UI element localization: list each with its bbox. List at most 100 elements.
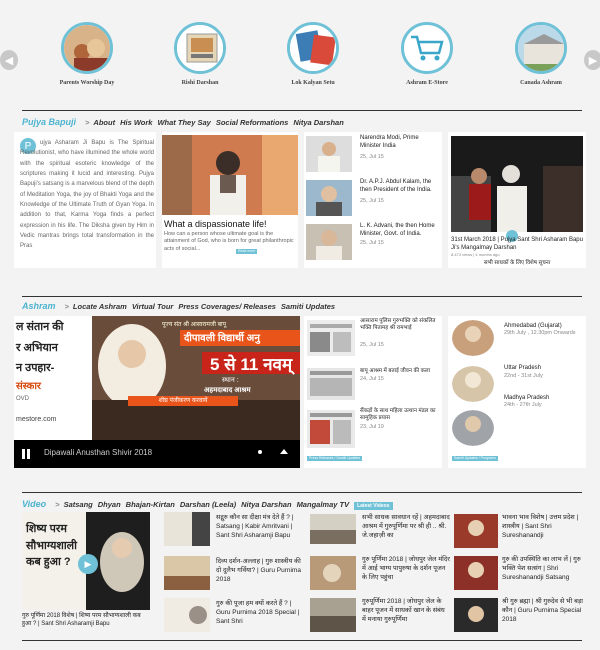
press-thumb[interactable] [307, 410, 355, 448]
press-card: आसाराम पुलिस गुरुभक्ति को संकलित भक्ति प… [304, 316, 442, 468]
video-thumbnail[interactable] [451, 136, 583, 232]
event-place[interactable]: Ahmedabad (Gujarat) [504, 322, 584, 330]
say-date: 25, Jul 15 [360, 198, 384, 204]
nav-virtual-tour[interactable]: Virtual Tour [132, 302, 174, 311]
event-thumb[interactable] [452, 320, 494, 356]
press-thumb[interactable] [307, 320, 355, 356]
say-date: 25, Jul 15 [360, 154, 384, 160]
nav-nitya-darshan[interactable]: Nitya Darshan [293, 118, 343, 127]
nav-dhyan[interactable]: Dhyan [98, 500, 121, 509]
say-thumb[interactable] [306, 224, 352, 260]
press-title[interactable]: आसाराम पुलिस गुरुभक्ति को संकलित भक्ति प… [360, 318, 440, 333]
category-parents-worship-day[interactable]: Parents Worship Day [42, 22, 132, 86]
nav-what-they-say[interactable]: What They Say [157, 118, 210, 127]
events-tag[interactable]: Samiti Updates / Programs [452, 456, 498, 461]
press-tag[interactable]: Press Releases / Samiti Updates [307, 456, 363, 461]
rishi-darshan-image [174, 22, 226, 74]
category-lok-kalyan-setu[interactable]: Lok Kalyan Setu [268, 22, 358, 86]
about-bapuji-card: P ujya Asharam Ji Bapu is The Spiritual … [14, 132, 156, 268]
category-ashram-estore[interactable]: Ashram E-Store [382, 22, 472, 86]
section-title[interactable]: Pujya Bapuji [22, 117, 76, 127]
featured-article-card[interactable]: What a dispassionate life! How can a per… [162, 132, 298, 268]
nav-social-reformations[interactable]: Social Reformations [216, 118, 289, 127]
ashram-video-player[interactable]: ल संतान की र अभियान न उपहार- संस्कार OVD… [14, 316, 300, 468]
pause-icon[interactable] [22, 449, 25, 459]
bapuji-video-card[interactable]: 31st March 2018 | Pujya Sant Shri Ashara… [448, 132, 586, 268]
press-title[interactable]: बापू आश्रम में बताई जीवन की कला [360, 368, 440, 375]
video-title[interactable]: सद्गुरु कौन सा दीक्षा मंत्र देते हैं ? |… [216, 514, 302, 540]
feature-title[interactable]: गुरु पूर्णिमा 2018 विशेष | शिष्य परम सौभ… [22, 612, 150, 628]
video-thumb[interactable] [310, 514, 356, 544]
nav-locate-ashram[interactable]: Locate Ashram [73, 302, 127, 311]
say-thumb[interactable] [306, 180, 352, 216]
video-title[interactable]: गुरु की उपस्थिति का लाभ लें | गुरु भक्ति… [502, 556, 586, 582]
event-thumb[interactable] [452, 410, 494, 446]
chevron-left-icon: ◀ [4, 54, 14, 67]
feature-thumbnail[interactable]: शिष्य परम सौभाग्यशाली कब हुआ ? ▶ [22, 512, 150, 610]
say-title[interactable]: Dr. A.P.J. Abdul Kalam, the then Preside… [360, 178, 440, 194]
video-thumb[interactable] [454, 556, 498, 590]
lok-kalyan-setu-image [287, 22, 339, 74]
player-left-poster: ल संतान की र अभियान न उपहार- संस्कार OVD… [14, 316, 92, 440]
canada-ashram-image [515, 22, 567, 74]
say-thumb[interactable] [306, 136, 352, 172]
event-date: 22nd - 31st July [504, 373, 543, 379]
banner-dates: 5 से 11 नवम् [202, 352, 300, 374]
banner-place-label: स्थान : [222, 377, 239, 384]
category-canada-ashram[interactable]: Canada Ashram [496, 22, 586, 86]
video-title[interactable]: गुरु की पूजा हम क्यों करते हैं ? | Guru … [216, 600, 302, 626]
category-rishi-darshan[interactable]: Rishi Darshan [155, 22, 245, 86]
carousel-prev-button[interactable]: ◀ [0, 50, 18, 70]
nav-mangalmay-tv[interactable]: Mangalmay TV [297, 500, 350, 509]
carousel-next-button[interactable]: ▶ [584, 50, 600, 70]
latest-videos-badge[interactable]: Latest Videos [354, 502, 393, 510]
settings-icon[interactable] [258, 450, 262, 454]
nav-bhajan-kirtan[interactable]: Bhajan-Kirtan [126, 500, 175, 509]
nav-his-work[interactable]: His Work [120, 118, 152, 127]
video-thumb[interactable] [164, 556, 210, 590]
event-thumb[interactable] [452, 366, 494, 402]
notice-link[interactable]: सभी साधकों के लिए विशेष सूचना [448, 260, 586, 267]
event-place[interactable]: Madhya Pradesh [504, 394, 584, 402]
press-thumb[interactable] [307, 368, 355, 400]
nav-press-coverages[interactable]: Press Coverages/ Releases [178, 302, 276, 311]
ashram-section-nav: Ashram > Locate Ashram Virtual Tour Press Co… [22, 301, 340, 311]
category-label: Ashram E-Store [406, 80, 448, 86]
video-thumb[interactable] [454, 598, 498, 632]
nav-satsang[interactable]: Satsang [64, 500, 93, 509]
video-title[interactable]: सभी साधक सावधान रहें | अहमदाबाद आश्रम मे… [362, 514, 450, 540]
video-title[interactable]: गुरुपूर्णिमा 2018 | जोधपुर जेल के बाहर प… [362, 598, 450, 624]
say-title[interactable]: L. K. Advani, the then Home Minister, Go… [360, 222, 440, 238]
nav-darshan-leela[interactable]: Darshan (Leela) [180, 500, 236, 509]
featured-article-title[interactable]: What a dispassionate life! [164, 218, 298, 230]
video-thumb[interactable] [164, 598, 210, 632]
play-icon[interactable]: ▶ [78, 554, 98, 574]
press-date: 25, Jul 15 [360, 342, 384, 348]
divider [22, 110, 582, 111]
video-caption[interactable]: 31st March 2018 | Pujya Sant Shri Ashara… [451, 236, 585, 252]
video-title[interactable]: श्री गुरु ब्रह्मा | श्री गुरुदेव से भी ब… [502, 598, 586, 624]
video-thumb[interactable] [454, 514, 498, 548]
read-more-tag[interactable]: Read more [236, 249, 258, 254]
press-date: 24, Jul 15 [360, 376, 384, 382]
section-title[interactable]: Video [22, 499, 46, 509]
expand-icon[interactable] [280, 449, 288, 454]
nav-samiti-updates[interactable]: Samiti Updates [281, 302, 335, 311]
banner-top: पूज्य संत श्री आसारामजी बापू [162, 322, 226, 328]
chevron-right-icon: ▶ [588, 54, 598, 67]
section-title[interactable]: Ashram [22, 301, 56, 311]
nav-about[interactable]: About [93, 118, 115, 127]
video-feature[interactable]: शिष्य परम सौभाग्यशाली कब हुआ ? ▶ गुरु पू… [22, 512, 150, 638]
about-text: ujya Asharam Ji Bapu is The Spiritual Re… [20, 140, 154, 250]
say-title[interactable]: Narendra Modi, Prime Minister India [360, 134, 440, 150]
video-thumb[interactable] [310, 598, 356, 632]
video-thumb[interactable] [164, 512, 210, 546]
nav-nitya-darshan[interactable]: Nitya Darshan [241, 500, 291, 509]
video-title[interactable]: गुरु पूर्णिमा 2018 | जोधपुर जेल मंदिर मे… [362, 556, 450, 582]
video-title[interactable]: दिव्य दर्शन-अल्लाह | गुरु शास्त्रीय की द… [216, 558, 302, 584]
video-title[interactable]: भावना भाव विशेष | उत्तम प्रदेश | शास्त्र… [502, 514, 586, 540]
video-thumb[interactable] [310, 556, 356, 590]
event-place[interactable]: Uttar Pradesh [504, 364, 584, 372]
press-title[interactable]: सैंकड़ों के साथ महिला उत्थान मंडल का साम… [360, 408, 440, 423]
say-date: 25, Jul 15 [360, 240, 384, 246]
